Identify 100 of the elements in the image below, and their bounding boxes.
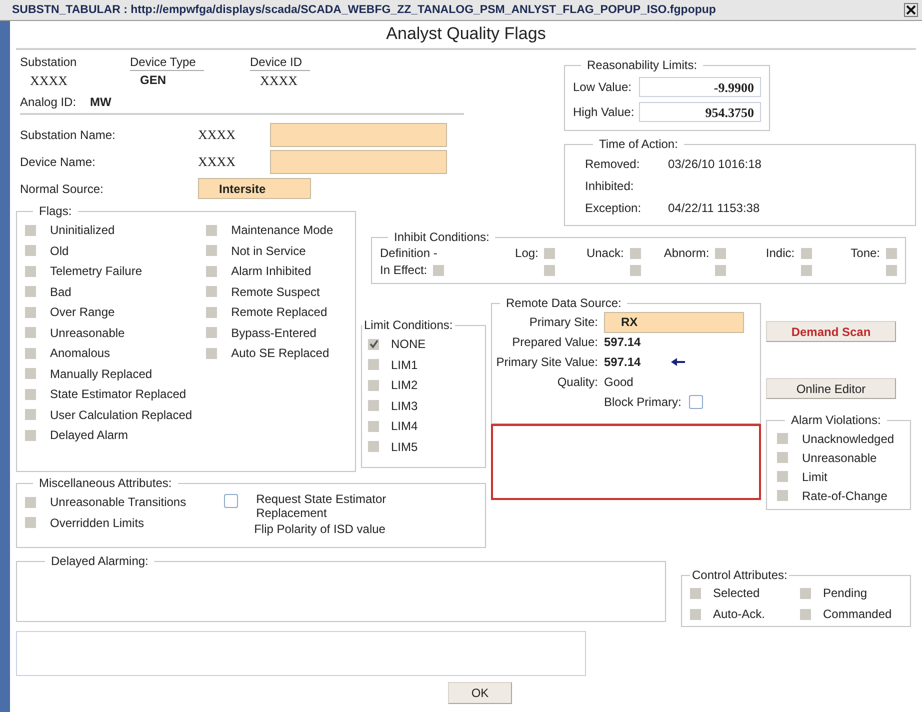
checkbox-label: Remote Suspect (231, 284, 320, 299)
checkbox-label: Auto SE Replaced (231, 346, 330, 360)
row-label: Definition - (380, 246, 438, 260)
checkbox[interactable] (206, 245, 218, 256)
checkbox[interactable] (886, 248, 897, 258)
checkbox-label: Bypass-Entered (231, 326, 316, 340)
checkbox-label: Abnorm: (664, 246, 710, 260)
field-label: Prepared Value: (511, 335, 598, 349)
checkbox[interactable] (25, 327, 36, 338)
arrow-icon (670, 358, 685, 366)
text-field[interactable] (270, 122, 447, 146)
checkbox-label: Uninitialized (50, 223, 115, 238)
checkbox[interactable] (368, 380, 379, 391)
checkbox-label: Log: (515, 246, 538, 260)
window-title: SUBSTN_TABULAR : http://empwfga/displays/scada/SCADA_WEBFG_ZZ_TANALOG_PSM_ANLYST_FLAG_POPUP_ISO.fgpopup (12, 4, 716, 16)
field-label: Removed: (585, 157, 641, 171)
checkbox[interactable] (25, 368, 36, 380)
checkbox-label: Unreasonable (50, 326, 125, 340)
checkbox[interactable] (25, 266, 36, 277)
checkbox[interactable] (630, 264, 641, 276)
field-value: XXXX (29, 73, 69, 89)
group-title: Miscellaneous Attributes: (38, 476, 173, 490)
field-label: Low Value: (573, 80, 632, 94)
checkbox[interactable] (25, 286, 36, 298)
field-value: XXXX (198, 154, 237, 170)
checkbox[interactable] (368, 338, 379, 350)
checkbox-label: Rate-of-Change (802, 488, 888, 502)
checkbox[interactable] (368, 359, 379, 370)
close-icon[interactable] (904, 3, 918, 17)
checkbox[interactable] (800, 248, 812, 258)
text-field[interactable] (270, 150, 447, 174)
option-label: Flip Polarity of ISD value (253, 522, 386, 536)
checkbox[interactable] (689, 395, 704, 409)
checkbox[interactable] (206, 266, 218, 277)
checkbox[interactable] (25, 496, 36, 508)
checkbox-label: Alarm Inhibited (231, 264, 312, 278)
checkbox[interactable] (206, 224, 218, 236)
checkbox[interactable] (777, 471, 788, 482)
checkbox[interactable] (25, 409, 36, 420)
checkbox[interactable] (715, 248, 726, 258)
checkbox-label: Request State Estimator Replacement (256, 492, 388, 520)
field-value: 03/26/10 1016:18 (668, 157, 762, 171)
group-title: Control Attributes: (691, 568, 788, 582)
checkbox-label: Tone: (850, 246, 880, 260)
editor-button[interactable]: Online Editor (766, 378, 896, 399)
checkbox[interactable] (25, 306, 36, 318)
checkbox[interactable] (800, 264, 812, 276)
checkbox[interactable] (206, 348, 218, 359)
checkbox-label: Pending (823, 586, 868, 600)
field-value: Good (604, 375, 634, 389)
checkbox[interactable] (800, 608, 811, 620)
checkbox[interactable] (690, 608, 701, 620)
checkbox[interactable] (630, 248, 641, 258)
checkbox[interactable] (368, 420, 379, 432)
checkbox[interactable] (25, 388, 36, 400)
checkbox[interactable] (206, 286, 218, 298)
checkbox[interactable] (777, 490, 788, 501)
ok-button[interactable]: OK (448, 682, 512, 704)
checkbox[interactable] (800, 588, 811, 598)
field-value: XXXX (198, 126, 237, 142)
checkbox[interactable] (544, 248, 556, 258)
checkbox[interactable] (25, 348, 36, 359)
checkbox-label: Manually Replaced (50, 366, 152, 381)
checkbox[interactable] (777, 433, 788, 444)
checkbox[interactable] (25, 430, 36, 441)
checkbox[interactable] (25, 245, 36, 256)
checkbox[interactable] (433, 264, 444, 276)
checkbox[interactable] (690, 588, 701, 598)
dialog-heading: Analyst Quality Flags (16, 21, 916, 50)
field-label: Analog ID: (20, 95, 76, 109)
checkbox-label: Unreasonable (802, 450, 877, 464)
group-title: Remote Data Source: (505, 296, 622, 310)
checkbox[interactable] (25, 517, 36, 528)
checkbox-label: Selected (713, 586, 760, 600)
field-label: Normal Source: (20, 182, 104, 196)
field-label: Device ID (250, 55, 310, 71)
checkbox[interactable] (886, 264, 897, 276)
checkbox[interactable] (25, 224, 36, 236)
checkbox-label: Unreasonable Transitions (50, 495, 186, 510)
group-title: Inhibit Conditions: (393, 230, 490, 244)
checkbox[interactable] (206, 306, 218, 318)
field-label: Exception: (585, 201, 642, 215)
site-field[interactable]: RX (604, 312, 744, 332)
checkbox-label: Delayed Alarm (50, 428, 128, 442)
scan-button[interactable]: Demand Scan (766, 321, 896, 342)
checkbox[interactable] (368, 441, 379, 452)
checkbox[interactable] (224, 494, 238, 508)
checkbox-label: LIM2 (391, 378, 418, 392)
number-field[interactable]: 954.3750 (639, 102, 761, 122)
checkbox-label: State Estimator Replaced (50, 387, 186, 402)
checkbox[interactable] (206, 327, 218, 338)
checkbox-label: LIM1 (391, 358, 418, 372)
checkbox[interactable] (777, 452, 788, 463)
source-field[interactable]: Intersite (198, 178, 311, 199)
checkbox[interactable] (544, 264, 556, 276)
number-field[interactable]: -9.9900 (639, 76, 761, 96)
checkbox-label: LIM3 (391, 398, 418, 413)
checkbox[interactable] (368, 400, 379, 412)
checkbox[interactable] (715, 264, 726, 276)
notes-field[interactable] (16, 631, 586, 676)
